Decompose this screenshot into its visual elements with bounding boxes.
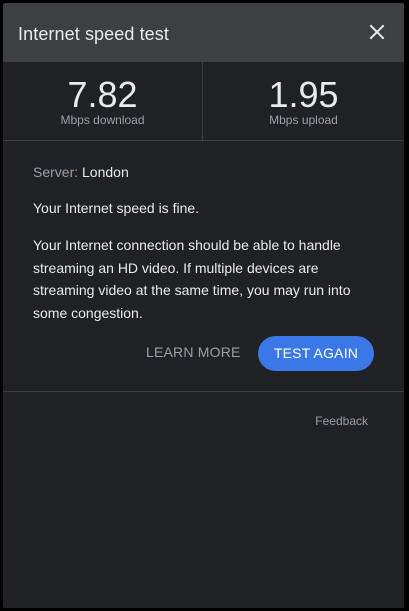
close-button[interactable] [368,23,386,41]
upload-unit: Mbps upload [269,113,338,127]
upload-value: 1.95 [268,74,339,115]
feedback-link[interactable]: Feedback [315,414,368,428]
learn-more-button[interactable]: LEARN MORE [146,344,241,360]
speed-test-dialog: Internet speed test 7.82 Mbps download 1… [3,3,404,608]
server-value: London [82,164,129,180]
speed-verdict: Your Internet speed is fine. [33,200,200,216]
speed-stats: 7.82 Mbps download 1.95 Mbps upload [3,62,404,141]
close-icon [369,24,385,40]
footer-divider [3,391,404,392]
server-info: Server: London [33,164,129,180]
dialog-header: Internet speed test [3,3,404,62]
download-stat: 7.82 Mbps download [3,62,202,140]
speed-description: Your Internet connection should be able … [33,237,351,321]
download-value: 7.82 [67,74,138,115]
upload-stat: 1.95 Mbps upload [203,62,404,140]
server-label: Server: [33,164,79,180]
dialog-title: Internet speed test [18,24,169,44]
download-unit: Mbps download [60,113,145,127]
test-again-button[interactable]: TEST AGAIN [258,336,374,371]
